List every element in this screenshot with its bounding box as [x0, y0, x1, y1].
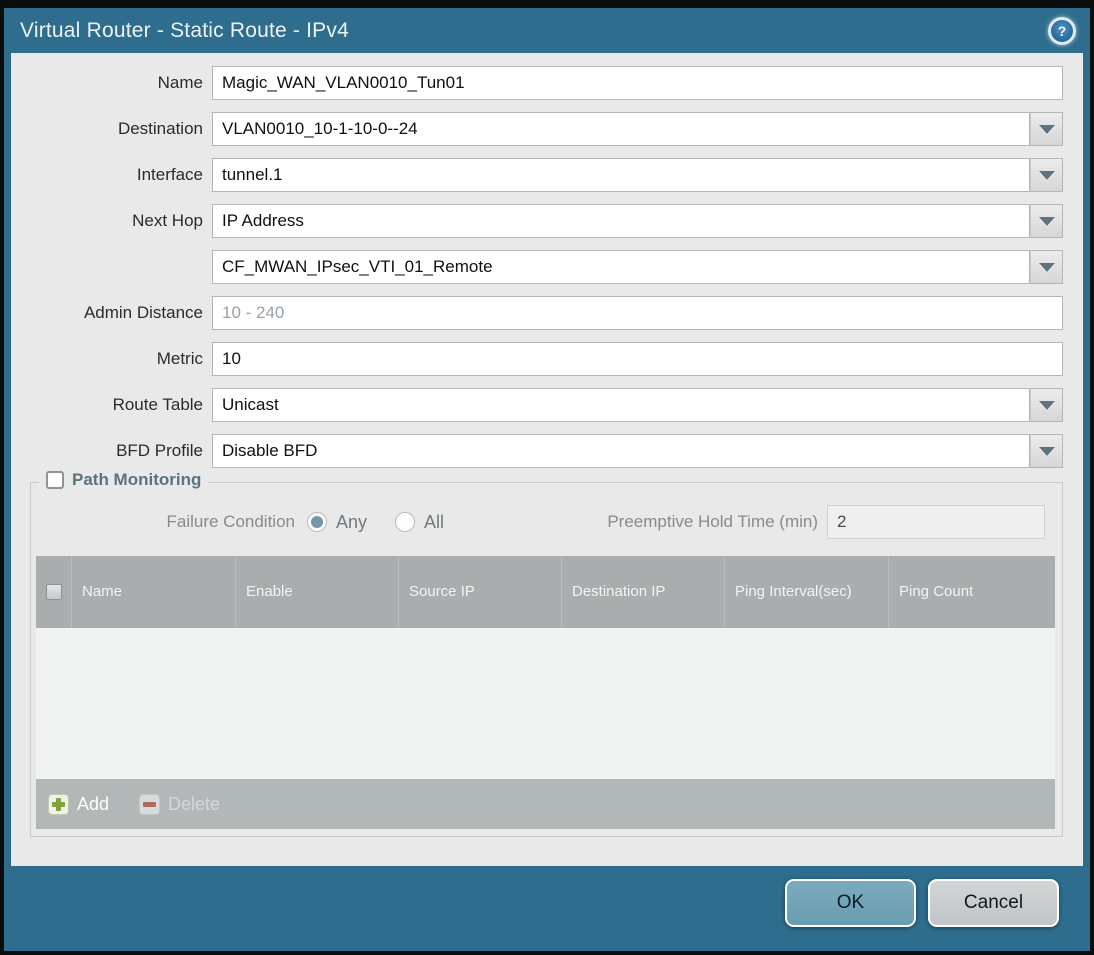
- table-header-checkbox-cell: [36, 556, 72, 628]
- table-toolbar: Add Delete: [36, 779, 1055, 829]
- add-button[interactable]: Add: [48, 793, 110, 815]
- bfd-profile-input[interactable]: [212, 434, 1030, 468]
- chevron-down-icon: [1038, 216, 1055, 226]
- delete-button[interactable]: Delete: [139, 793, 221, 815]
- form-row-admin-distance: Admin Distance: [11, 296, 1083, 330]
- ok-button[interactable]: OK: [785, 879, 916, 927]
- admin-distance-label: Admin Distance: [83, 303, 203, 322]
- chevron-down-icon: [1038, 400, 1055, 410]
- dialog-body: Name Destination Interface: [11, 53, 1083, 866]
- interface-input[interactable]: [212, 158, 1030, 192]
- name-label: Name: [157, 73, 203, 92]
- interface-dropdown-button[interactable]: [1030, 158, 1063, 192]
- failure-condition-radio-group: Any All: [307, 512, 444, 533]
- failure-condition-option-all[interactable]: All: [395, 512, 444, 533]
- preemptive-hold-time-label: Preemptive Hold Time (min): [607, 512, 818, 531]
- next-hop-type-input[interactable]: [212, 204, 1030, 238]
- column-header-ping-count: Ping Count: [899, 582, 974, 600]
- delete-button-label: Delete: [168, 793, 221, 814]
- help-icon[interactable]: ?: [1048, 16, 1076, 45]
- table-body-empty: [36, 628, 1055, 779]
- chevron-down-icon: [1038, 446, 1055, 456]
- form-row-name: Name: [11, 66, 1083, 100]
- column-header-destination-ip: Destination IP: [562, 556, 725, 628]
- column-header-ping-interval: Ping Interval(sec): [725, 556, 889, 628]
- next-hop-type-dropdown-button[interactable]: [1030, 204, 1063, 238]
- radio-unselected-icon: [395, 512, 416, 532]
- route-table-input[interactable]: [212, 388, 1030, 422]
- destination-dropdown-button[interactable]: [1030, 112, 1063, 146]
- table-header-row: Name Enable Source IP Destination IP Pin…: [36, 556, 1055, 628]
- next-hop-label: Next Hop: [132, 211, 203, 230]
- destination-label: Destination: [117, 119, 203, 138]
- path-monitoring-legend: Path Monitoring: [39, 470, 209, 490]
- failure-condition-option-any[interactable]: Any: [307, 512, 367, 533]
- form-row-interface: Interface: [11, 158, 1083, 192]
- path-monitoring-table: Name Enable Source IP Destination IP Pin…: [36, 556, 1055, 829]
- bfd-profile-label: BFD Profile: [116, 441, 203, 460]
- preemptive-hold-time-input[interactable]: [827, 505, 1045, 539]
- chevron-down-icon: [1038, 170, 1055, 180]
- route-table-label: Route Table: [112, 395, 203, 414]
- add-button-label: Add: [77, 793, 110, 814]
- form-row-metric: Metric: [11, 342, 1083, 376]
- form-row-next-hop: Next Hop: [11, 204, 1083, 238]
- delete-minus-icon: [139, 793, 161, 815]
- radio-label-all: All: [424, 511, 445, 532]
- destination-input[interactable]: [212, 112, 1030, 146]
- next-hop-address-input[interactable]: [212, 250, 1030, 284]
- path-monitoring-title: Path Monitoring: [72, 470, 202, 489]
- dialog-title: Virtual Router - Static Route - IPv4: [20, 18, 349, 42]
- radio-label-any: Any: [336, 511, 368, 532]
- column-header-name: Name: [72, 556, 236, 628]
- dialog-window: Virtual Router - Static Route - IPv4 ? N…: [4, 8, 1090, 951]
- form-row-bfd-profile: BFD Profile: [11, 434, 1083, 468]
- title-bar: Virtual Router - Static Route - IPv4 ?: [4, 8, 1090, 53]
- form-row-route-table: Route Table: [11, 388, 1083, 422]
- help-glyph: ?: [1057, 22, 1067, 39]
- metric-input[interactable]: [212, 342, 1063, 376]
- next-hop-address-dropdown-button[interactable]: [1030, 250, 1063, 284]
- chevron-down-icon: [1038, 262, 1055, 272]
- column-header-source-ip: Source IP: [399, 556, 562, 628]
- form-row-destination: Destination: [11, 112, 1083, 146]
- failure-condition-label: Failure Condition: [166, 512, 295, 531]
- admin-distance-input[interactable]: [212, 296, 1063, 330]
- form-row-next-hop-address: [11, 250, 1083, 284]
- metric-label: Metric: [156, 349, 203, 368]
- bfd-profile-dropdown-button[interactable]: [1030, 434, 1063, 468]
- name-input[interactable]: [212, 66, 1063, 100]
- add-plus-icon: [48, 793, 69, 815]
- column-header-enable: Enable: [236, 556, 399, 628]
- chevron-down-icon: [1038, 124, 1055, 134]
- failure-condition-row: Failure Condition Any All Preemptive Hol…: [31, 505, 1062, 539]
- path-monitoring-checkbox[interactable]: [46, 471, 64, 489]
- path-monitoring-section: Path Monitoring Failure Condition Any Al…: [30, 470, 1063, 837]
- interface-label: Interface: [136, 165, 203, 184]
- select-all-checkbox[interactable]: [45, 584, 62, 600]
- route-table-dropdown-button[interactable]: [1030, 388, 1063, 422]
- radio-selected-icon: [307, 512, 327, 532]
- cancel-button[interactable]: Cancel: [928, 879, 1059, 927]
